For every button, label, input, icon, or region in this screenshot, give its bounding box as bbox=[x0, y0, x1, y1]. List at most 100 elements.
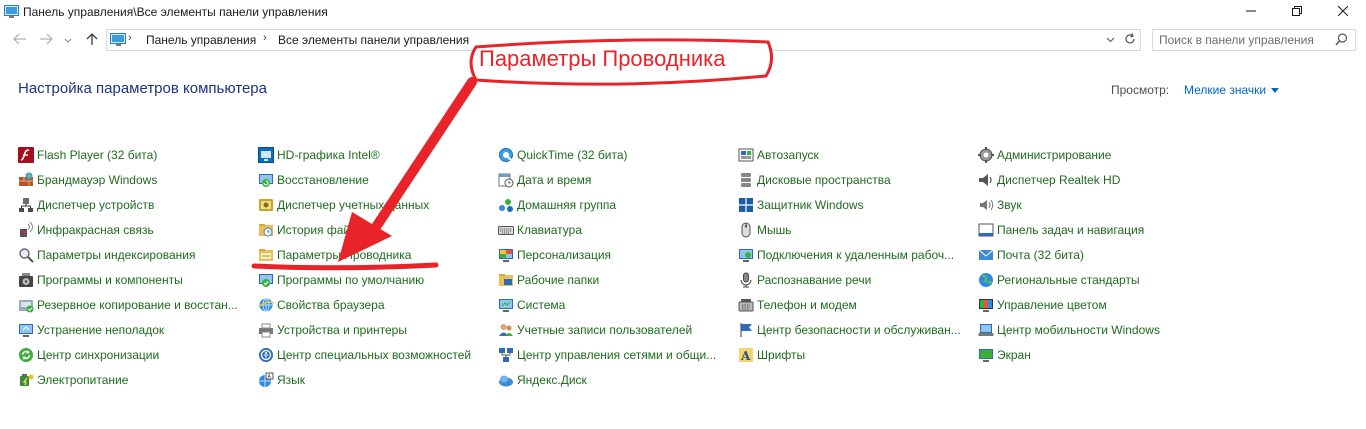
address-dropdown-button[interactable] bbox=[1102, 31, 1118, 49]
ease-of-access-icon bbox=[258, 347, 274, 363]
cp-item-internet-options[interactable]: Свойства браузера bbox=[257, 296, 385, 314]
cp-item-remote-desktop[interactable]: Подключения к удаленным рабоч... bbox=[738, 246, 954, 264]
cp-item-security-maintenance[interactable]: Центр безопасности и обслуживан... bbox=[738, 321, 961, 339]
search-box[interactable] bbox=[1152, 29, 1356, 51]
refresh-icon bbox=[1124, 32, 1136, 48]
cp-item-intel-graphics[interactable]: HD-графика Intel® bbox=[258, 146, 380, 164]
phone-modem-icon bbox=[738, 297, 754, 313]
minimize-icon bbox=[1246, 5, 1256, 19]
view-by-label: Просмотр: bbox=[1111, 83, 1170, 97]
cp-item-programs-features[interactable]: Программы и компоненты bbox=[18, 271, 183, 289]
cp-item-homegroup[interactable]: Домашняя группа bbox=[498, 196, 616, 214]
taskbar-icon bbox=[978, 222, 994, 238]
cp-item-backup-restore[interactable]: Резервное копирование и восстан... bbox=[18, 296, 238, 314]
search-input[interactable] bbox=[1159, 32, 1329, 48]
cp-item-autoplay[interactable]: Автозапуск bbox=[738, 146, 819, 164]
restore-icon bbox=[1292, 5, 1302, 19]
back-button[interactable] bbox=[10, 30, 30, 50]
search-icon[interactable] bbox=[1335, 33, 1348, 49]
cp-item-quicktime[interactable]: QuickTime (32 бита) bbox=[498, 146, 628, 164]
arrow-left-icon bbox=[13, 33, 27, 48]
annotation-underline bbox=[251, 262, 439, 271]
mail-icon bbox=[978, 247, 994, 263]
cp-item-recovery[interactable]: Восстановление bbox=[258, 171, 369, 189]
cp-item-indexing-options[interactable]: Параметры индексирования bbox=[18, 246, 195, 264]
close-button[interactable] bbox=[1320, 0, 1366, 24]
date-time-icon bbox=[498, 172, 514, 188]
cp-item-display[interactable]: Экран bbox=[978, 346, 1031, 364]
cp-item-network-sharing-center[interactable]: Центр управления сетями и общи... bbox=[498, 346, 716, 364]
recovery-icon bbox=[258, 172, 274, 188]
breadcrumb-control-panel[interactable]: Панель управления bbox=[146, 33, 256, 47]
firewall-icon bbox=[18, 172, 34, 188]
color-management-icon bbox=[978, 297, 994, 313]
storage-spaces-icon bbox=[738, 172, 754, 188]
cp-item-devices-printers[interactable]: Устройства и принтеры bbox=[258, 321, 407, 339]
cp-item-realtek-hd[interactable]: Диспетчер Realtek HD bbox=[978, 171, 1120, 189]
cp-item-explorer-options[interactable]: Параметры Проводника bbox=[258, 246, 411, 264]
realtek-icon bbox=[978, 172, 994, 188]
recent-locations-button[interactable] bbox=[62, 30, 74, 50]
cp-item-personalization[interactable]: Персонализация bbox=[498, 246, 611, 264]
control-panel-icon bbox=[110, 33, 126, 49]
cp-item-system[interactable]: Система bbox=[498, 296, 565, 314]
chevron-down-icon bbox=[64, 33, 72, 47]
security-center-icon bbox=[738, 322, 754, 338]
device-manager-icon bbox=[18, 197, 34, 213]
cp-item-color-management[interactable]: Управление цветом bbox=[978, 296, 1107, 314]
cp-item-file-history[interactable]: История файлов bbox=[258, 221, 370, 239]
cp-item-administrative-tools[interactable]: Администрирование bbox=[978, 146, 1111, 164]
programs-icon bbox=[18, 272, 34, 288]
cp-item-troubleshooting[interactable]: Устранение неполадок bbox=[18, 321, 164, 339]
up-button[interactable] bbox=[82, 30, 102, 50]
cp-item-device-manager[interactable]: Диспетчер устройств bbox=[18, 196, 154, 214]
cp-item-region[interactable]: Региональные стандарты bbox=[978, 271, 1140, 289]
network-center-icon bbox=[498, 347, 514, 363]
page-title: Настройка параметров компьютера bbox=[18, 80, 267, 97]
breadcrumb-all-items[interactable]: Все элементы панели управления bbox=[278, 33, 469, 47]
cp-item-mobility-center[interactable]: Центр мобильности Windows bbox=[978, 321, 1160, 339]
forward-button[interactable] bbox=[36, 30, 56, 50]
cp-item-power-options[interactable]: Электропитание bbox=[18, 371, 128, 389]
minimize-button[interactable] bbox=[1228, 0, 1274, 24]
cp-item-phone-modem[interactable]: Телефон и модем bbox=[738, 296, 857, 314]
cp-item-windows-defender[interactable]: Защитник Windows bbox=[738, 196, 864, 214]
power-icon bbox=[18, 372, 34, 388]
cp-item-default-programs[interactable]: Программы по умолчанию bbox=[258, 271, 424, 289]
fonts-icon: A bbox=[738, 347, 754, 363]
cp-item-mail[interactable]: Почта (32 бита) bbox=[978, 246, 1084, 264]
sync-center-icon bbox=[18, 347, 34, 363]
maximize-button[interactable] bbox=[1274, 0, 1320, 24]
sound-icon bbox=[978, 197, 994, 213]
indexing-icon bbox=[18, 247, 34, 263]
display-icon bbox=[978, 347, 994, 363]
cp-item-ease-of-access[interactable]: Центр специальных возможностей bbox=[258, 346, 471, 364]
view-by-dropdown[interactable]: Мелкие значки bbox=[1184, 83, 1280, 97]
annotation-label: Параметры Проводника bbox=[479, 46, 726, 71]
infrared-icon bbox=[18, 221, 34, 238]
cp-item-yandex-disk[interactable]: Яндекс.Диск bbox=[498, 371, 587, 389]
keyboard-icon bbox=[498, 222, 514, 238]
refresh-button[interactable] bbox=[1120, 29, 1141, 51]
cp-item-infrared[interactable]: Инфракрасная связь bbox=[18, 221, 154, 239]
speech-icon bbox=[738, 272, 754, 288]
cp-item-language[interactable]: A Язык bbox=[258, 371, 305, 389]
cp-item-flash-player[interactable]: Flash Player (32 бита) bbox=[18, 146, 157, 164]
cp-item-sound[interactable]: Звук bbox=[978, 196, 1022, 214]
cp-item-storage-spaces[interactable]: Дисковые пространства bbox=[738, 171, 891, 189]
cp-item-credential-manager[interactable]: Диспетчер учетных данных bbox=[258, 196, 429, 214]
cp-item-work-folders[interactable]: Рабочие папки bbox=[498, 271, 599, 289]
cp-item-firewall[interactable]: Брандмауэр Windows bbox=[18, 171, 157, 189]
cp-item-date-time[interactable]: Дата и время bbox=[498, 171, 591, 189]
cp-item-fonts[interactable]: A Шрифты bbox=[738, 346, 805, 364]
language-icon: A bbox=[258, 372, 274, 388]
cp-item-taskbar-navigation[interactable]: Панель задач и навигация bbox=[978, 221, 1144, 239]
cp-item-speech-recognition[interactable]: Распознавание речи bbox=[738, 271, 871, 289]
cp-item-keyboard[interactable]: Клавиатура bbox=[498, 221, 582, 239]
cp-item-user-accounts[interactable]: Учетные записи пользователей bbox=[498, 321, 692, 339]
personalization-icon bbox=[498, 247, 514, 263]
cp-item-sync-center[interactable]: Центр синхронизации bbox=[18, 346, 159, 364]
mobility-center-icon bbox=[978, 322, 994, 338]
cp-item-mouse[interactable]: Мышь bbox=[738, 221, 792, 239]
user-accounts-icon bbox=[498, 322, 514, 338]
